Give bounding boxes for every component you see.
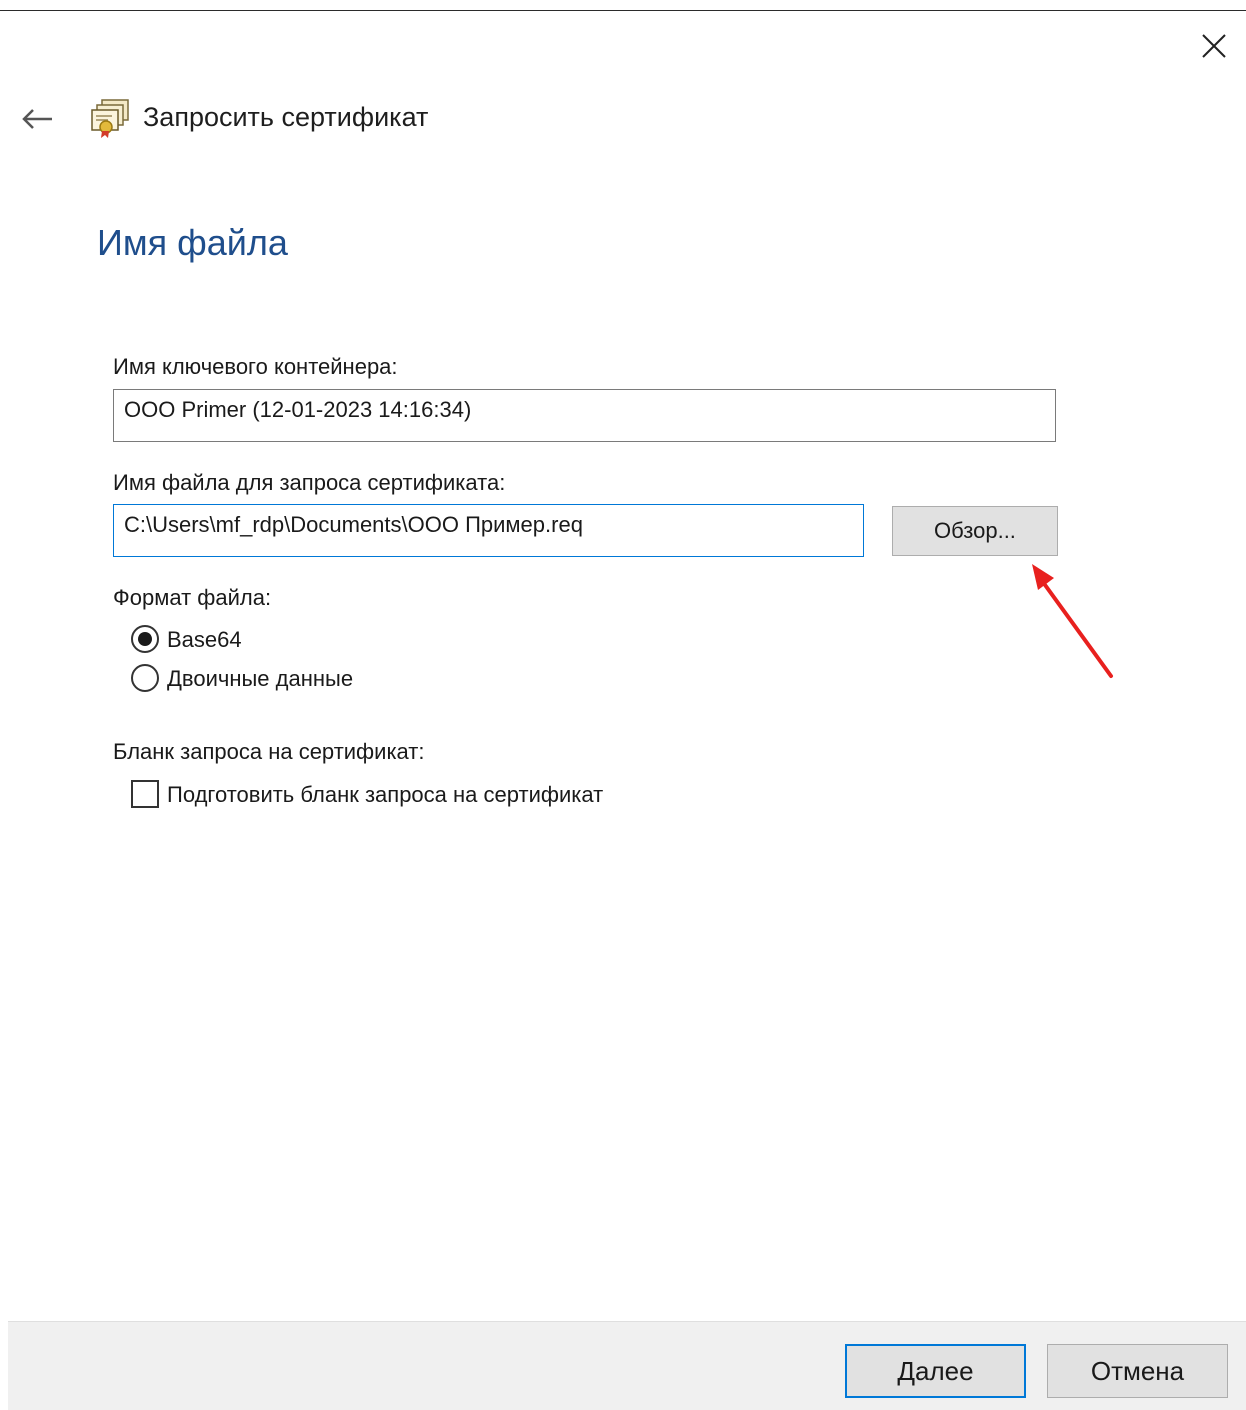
- prepare-request-form-label[interactable]: Подготовить бланк запроса на сертификат: [167, 782, 603, 808]
- radio-selected-dot: [138, 632, 152, 646]
- file-format-label: Формат файла:: [113, 585, 272, 610]
- prepare-request-form-checkbox[interactable]: [131, 780, 159, 808]
- container-name-label: Имя ключевого контейнера:: [113, 354, 398, 379]
- request-file-field[interactable]: C:\Users\mf_rdp\Documents\ООО Пример.req: [113, 504, 864, 557]
- wizard-title: Запросить сертификат: [143, 102, 429, 132]
- request-form-label: Бланк запроса на сертификат:: [113, 739, 425, 764]
- annotation-arrow: [1032, 564, 1113, 678]
- radio-base64[interactable]: [131, 625, 159, 653]
- browse-button[interactable]: Обзор...: [892, 506, 1058, 556]
- container-name-field[interactable]: ООО Primer (12-01-2023 14:16:34): [113, 389, 1056, 442]
- next-button[interactable]: Далее: [845, 1344, 1026, 1398]
- radio-base64-label[interactable]: Base64: [167, 627, 242, 653]
- certificate-icon: [88, 96, 132, 140]
- close-button[interactable]: [1192, 24, 1236, 68]
- page-heading: Имя файла: [97, 222, 288, 263]
- window-top-border: [0, 10, 1246, 11]
- radio-binary[interactable]: [131, 664, 159, 692]
- radio-binary-label[interactable]: Двоичные данные: [167, 666, 353, 692]
- back-arrow-icon: [22, 109, 52, 129]
- request-file-label: Имя файла для запроса сертификата:: [113, 470, 506, 495]
- back-button[interactable]: [18, 100, 58, 140]
- close-icon: [1202, 34, 1226, 58]
- cancel-button[interactable]: Отмена: [1047, 1344, 1228, 1398]
